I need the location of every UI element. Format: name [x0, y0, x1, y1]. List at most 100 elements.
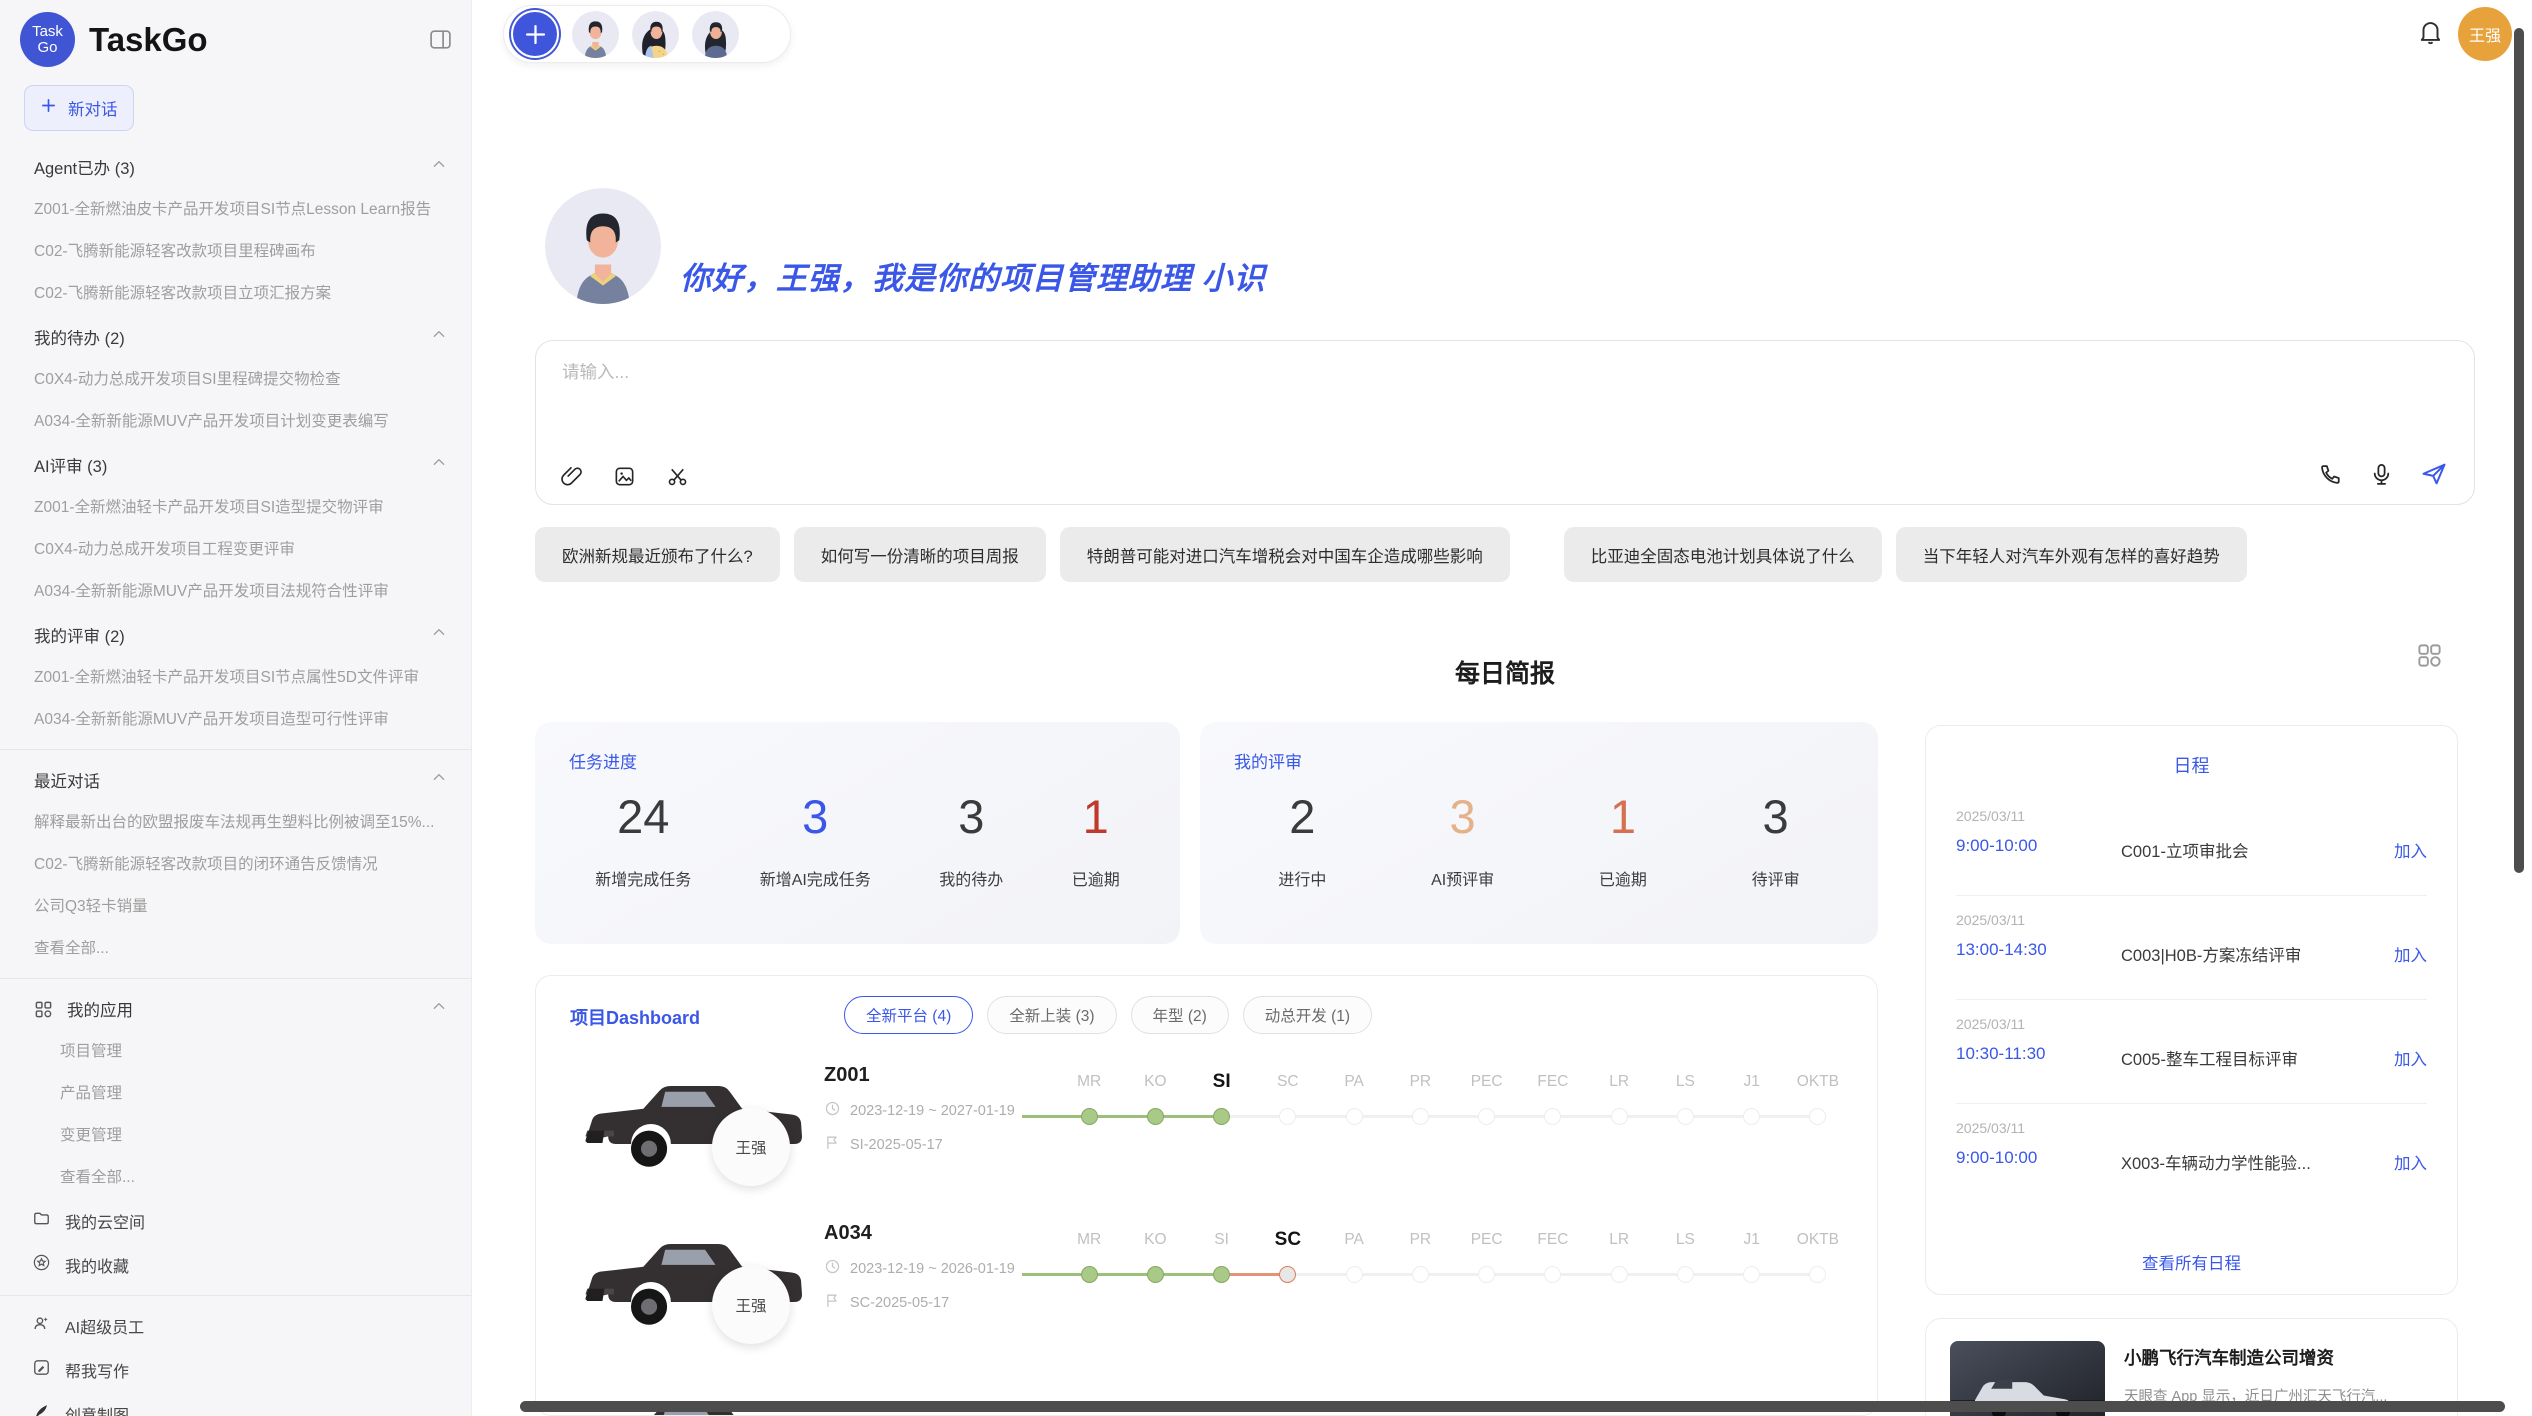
chevron-up-icon[interactable] [431, 157, 447, 178]
app-item[interactable]: 变更管理 [0, 1115, 471, 1157]
schedule-title: 日程 [1926, 752, 2457, 778]
new-chat-button[interactable]: 新对话 [24, 85, 134, 131]
sidebar-item[interactable]: C02-飞腾新能源轻客改款项目立项汇报方案 [0, 273, 471, 315]
suggestion-chip[interactable]: 欧洲新规最近颁布了什么? [535, 527, 780, 582]
stat-cell: 24新增完成任务 [595, 793, 691, 890]
section-title: 我的应用 [67, 997, 431, 1021]
suggestion-chip[interactable]: 特朗普可能对进口汽车增税会对中国车企造成哪些影响 [1060, 527, 1510, 582]
avatar[interactable] [692, 11, 739, 58]
sidebar-item[interactable]: A034-全新新能源MUV产品开发项目计划变更表编写 [0, 401, 471, 443]
milestone-J1: J1 [1719, 1224, 1785, 1294]
suggestion-chip[interactable]: 当下年轻人对汽车外观有怎样的喜好趋势 [1896, 527, 2247, 582]
milestone-connector [1288, 1273, 1354, 1276]
phone-call-icon[interactable] [2318, 462, 2343, 487]
project-flag-text: SC-2025-05-17 [850, 1295, 949, 1311]
join-meeting-link[interactable]: 加入 [2394, 1150, 2427, 1174]
dashboard-filter[interactable]: 全新上装 (3) [987, 996, 1116, 1034]
user-avatar[interactable]: 王强 [2458, 7, 2512, 61]
app-item[interactable]: 项目管理 [0, 1031, 471, 1073]
divider [0, 1295, 471, 1296]
view-all-link[interactable]: 查看全部... [0, 928, 471, 970]
suggestion-chip[interactable]: 如何写一份清晰的项目周报 [794, 527, 1046, 582]
sidebar-section-header[interactable]: 我的评审 (2) [0, 613, 471, 657]
stat-cell: 1已逾期 [1072, 793, 1120, 890]
stat-label: 待评审 [1752, 866, 1800, 890]
sidebar-item[interactable]: Z001-全新燃油皮卡产品开发项目SI节点Lesson Learn报告 [0, 189, 471, 231]
milestone-LS: LS [1652, 1066, 1718, 1136]
attachment-icon[interactable] [560, 465, 583, 488]
sidebar-tool-writing-icon[interactable]: 帮我写作 [0, 1348, 471, 1392]
sidebar-item[interactable]: A034-全新新能源MUV产品开发项目法规符合性评审 [0, 571, 471, 613]
sidebar-link-label: 我的云空间 [65, 1209, 145, 1233]
milestone-SC: SC [1255, 1066, 1321, 1136]
sidebar-recent-header[interactable]: 最近对话 [0, 758, 471, 802]
chevron-up-icon[interactable] [431, 770, 447, 791]
sidebar-tool-quill-icon[interactable]: 创意制图 [0, 1392, 471, 1416]
sidebar-item[interactable]: A034-全新新能源MUV产品开发项目造型可行性评审 [0, 699, 471, 741]
divider [0, 978, 471, 979]
vertical-scrollbar[interactable] [2514, 28, 2524, 873]
recent-conversation-item[interactable]: 解释最新出台的欧盟报废车法规再生塑料比例被调至15%... [0, 802, 471, 844]
dashboard-filter[interactable]: 年型 (2) [1131, 996, 1229, 1034]
sidebar-item[interactable]: C0X4-动力总成开发项目SI里程碑提交物检查 [0, 359, 471, 401]
chat-input[interactable] [560, 361, 2064, 384]
scissors-icon[interactable] [666, 465, 689, 488]
sidebar-link-cloud-folder-icon[interactable]: 我的云空间 [0, 1199, 471, 1243]
stat-card-tasks: 任务进度24新增完成任务3新增AI完成任务3我的待办1已逾期 [535, 722, 1180, 944]
section-title: 最近对话 [34, 768, 431, 792]
stat-cell: 3AI预评审 [1431, 793, 1494, 890]
dashboard-filter[interactable]: 动总开发 (1) [1243, 996, 1372, 1034]
project-owner-badge: 王强 [712, 1108, 790, 1186]
view-all-link[interactable]: 查看全部... [0, 1157, 471, 1199]
milestone-label: OKTB [1785, 1066, 1851, 1098]
milestone-label: PA [1321, 1066, 1387, 1098]
milestone-connector [1619, 1273, 1685, 1276]
sidebar-link-star-badge-icon[interactable]: 我的收藏 [0, 1243, 471, 1287]
milestone-dot [1346, 1108, 1363, 1125]
sidebar-item[interactable]: C0X4-动力总成开发项目工程变更评审 [0, 529, 471, 571]
send-icon[interactable] [2420, 460, 2448, 488]
milestone-label: MR [1056, 1224, 1122, 1256]
milestone-MR: MR [1056, 1066, 1122, 1136]
app-root: Task Go TaskGo 新对话 Agent已办 (3)Z001-全新燃油皮… [0, 0, 2532, 1416]
milestone-KO: KO [1122, 1224, 1188, 1294]
notification-bell-icon[interactable] [2416, 17, 2445, 51]
sidebar-apps-header[interactable]: 我的应用 [0, 987, 471, 1031]
collapse-sidebar-icon[interactable] [428, 27, 453, 52]
milestone-connector [1420, 1115, 1486, 1118]
view-all-schedule-link[interactable]: 查看所有日程 [1926, 1250, 2457, 1274]
new-chat-label: 新对话 [68, 96, 118, 120]
avatar[interactable] [632, 11, 679, 58]
join-meeting-link[interactable]: 加入 [2394, 942, 2427, 966]
sidebar-item[interactable]: Z001-全新燃油轻卡产品开发项目SI造型提交物评审 [0, 487, 471, 529]
chevron-up-icon[interactable] [431, 625, 447, 646]
milestone-MR: MR [1056, 1224, 1122, 1294]
avatar[interactable] [572, 11, 619, 58]
microphone-icon[interactable] [2369, 462, 2394, 487]
sidebar-tool-ai-staff-icon[interactable]: AI超级员工 [0, 1304, 471, 1348]
apps-grid-icon [34, 1000, 53, 1019]
dashboard-filter[interactable]: 全新平台 (4) [844, 996, 973, 1034]
app-item[interactable]: 产品管理 [0, 1073, 471, 1115]
recent-conversation-item[interactable]: 公司Q3轻卡销量 [0, 886, 471, 928]
clock-icon [824, 1258, 841, 1279]
stat-label: 我的待办 [939, 866, 1003, 890]
join-meeting-link[interactable]: 加入 [2394, 838, 2427, 862]
layout-grid-icon[interactable] [2416, 642, 2443, 674]
chevron-up-icon[interactable] [431, 455, 447, 476]
join-meeting-link[interactable]: 加入 [2394, 1046, 2427, 1070]
chevron-up-icon[interactable] [431, 999, 447, 1020]
image-icon[interactable] [613, 465, 636, 488]
sidebar-item[interactable]: Z001-全新燃油轻卡产品开发项目SI节点属性5D文件评审 [0, 657, 471, 699]
horizontal-scrollbar[interactable] [520, 1401, 2505, 1412]
add-conversation-button[interactable] [511, 10, 559, 58]
cloud-folder-icon [32, 1209, 51, 1233]
clock-icon [824, 1100, 841, 1121]
sidebar-section-header[interactable]: AI评审 (3) [0, 443, 471, 487]
suggestion-chip[interactable]: 比亚迪全固态电池计划具体说了什么 [1564, 527, 1882, 582]
recent-conversation-item[interactable]: C02-飞腾新能源轻客改款项目的闭环通告反馈情况 [0, 844, 471, 886]
sidebar-section-header[interactable]: 我的待办 (2) [0, 315, 471, 359]
sidebar-section-header[interactable]: Agent已办 (3) [0, 145, 471, 189]
chevron-up-icon[interactable] [431, 327, 447, 348]
sidebar-item[interactable]: C02-飞腾新能源轻客改款项目里程碑画布 [0, 231, 471, 273]
